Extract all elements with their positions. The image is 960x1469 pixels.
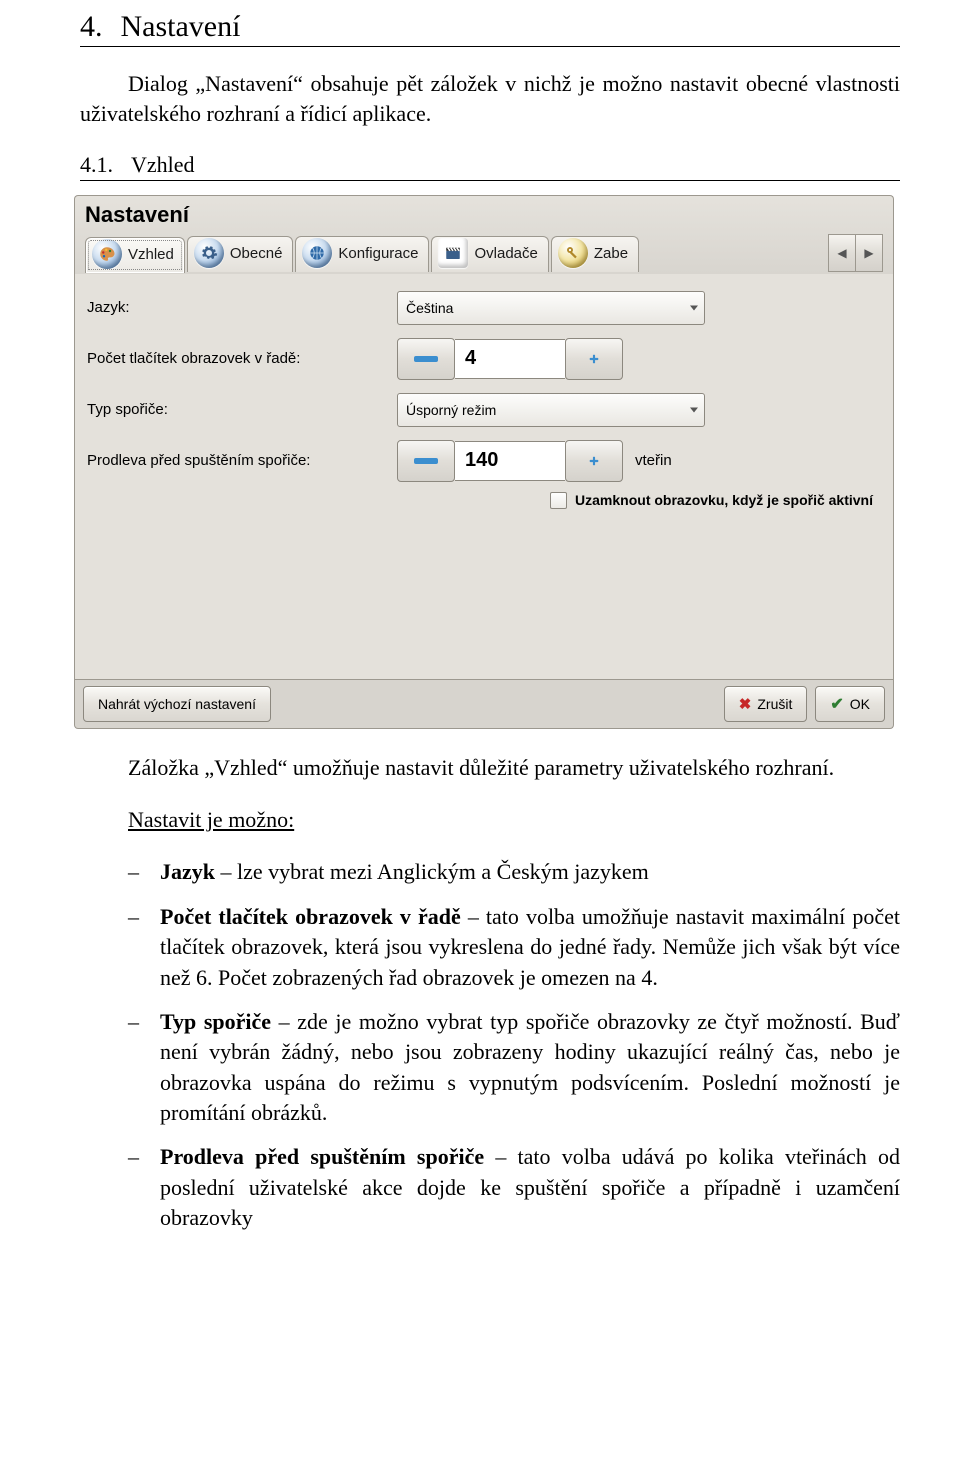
buttons-count-label: Počet tlačítek obrazovek v řadě: [87, 350, 397, 367]
buttons-decrement[interactable] [397, 338, 455, 380]
subsection-number: 4.1. [80, 152, 113, 178]
list-item: Jazyk – lze vybrat mezi Anglickým a Česk… [128, 857, 900, 887]
saver-delay-stepper: 140 [397, 440, 623, 482]
delay-decrement[interactable] [397, 440, 455, 482]
buttons-count-stepper: 4 [397, 338, 623, 380]
saver-type-select[interactable]: Úsporný režim [397, 393, 705, 427]
tab-vzhled[interactable]: Vzhled [85, 237, 185, 273]
tab-label: Zabe [594, 245, 628, 262]
tab-label: Obecné [230, 245, 283, 262]
section-title: Nastavení [121, 10, 241, 44]
tab-bar: Vzhled Obecné Konfigurace [85, 234, 883, 272]
list-item: Typ spořiče – zde je možno vybrat typ sp… [128, 1007, 900, 1128]
delay-unit: vteřin [635, 452, 672, 469]
buttons-increment[interactable] [565, 338, 623, 380]
palette-icon [92, 239, 122, 269]
close-icon: ✖ [739, 695, 752, 713]
key-icon [558, 238, 588, 268]
intro-paragraph: Dialog „Nastavení“ obsahuje pět záložek … [80, 69, 900, 130]
dialog-title: Nastavení [85, 202, 883, 228]
tab-panel-vzhled: Jazyk: Čeština Počet tlačítek obrazovek … [74, 274, 894, 680]
subsection-title: Vzhled [131, 152, 195, 178]
tab-scroll-left[interactable]: ◀ [828, 234, 856, 272]
ok-button[interactable]: ✔OK [815, 686, 885, 722]
dialog-button-bar: Nahrát výchozí nastavení ✖Zrušit ✔OK [74, 680, 894, 729]
tab-label: Ovladače [474, 245, 537, 262]
language-select[interactable]: Čeština [397, 291, 705, 325]
buttons-count-value[interactable]: 4 [455, 339, 565, 379]
clapper-icon [438, 238, 468, 268]
tab-label: Vzhled [128, 246, 174, 263]
load-defaults-button[interactable]: Nahrát výchozí nastavení [83, 686, 271, 722]
language-label: Jazyk: [87, 299, 397, 316]
list-item: Prodleva před spuštěním spořiče – tato v… [128, 1142, 900, 1233]
gear-icon [194, 238, 224, 268]
saver-delay-value[interactable]: 140 [455, 441, 565, 481]
cancel-button[interactable]: ✖Zrušit [724, 686, 808, 722]
check-icon: ✔ [830, 694, 843, 714]
delay-increment[interactable] [565, 440, 623, 482]
globe-icon [302, 238, 332, 268]
tab-ovladace[interactable]: Ovladače [431, 236, 548, 272]
tab-obecne[interactable]: Obecné [187, 236, 294, 272]
tab-konfigurace[interactable]: Konfigurace [295, 236, 429, 272]
section-number: 4. [80, 10, 103, 44]
tab-label: Konfigurace [338, 245, 418, 262]
lock-screen-checkbox[interactable] [550, 492, 567, 509]
tab-scroll-right[interactable]: ▶ [856, 234, 883, 272]
can-set-label: Nastavit je možno: [128, 807, 294, 832]
settings-list: Jazyk – lze vybrat mezi Anglickým a Česk… [80, 857, 900, 1233]
saver-delay-label: Prodleva před spuštěním spořiče: [87, 452, 397, 469]
after-shot-intro: Záložka „Vzhled“ umožňuje nastavit důlež… [80, 753, 900, 783]
list-item: Počet tlačítek obrazovek v řadě – tato v… [128, 902, 900, 993]
saver-type-label: Typ spořiče: [87, 401, 397, 418]
lock-screen-label: Uzamknout obrazovku, když je spořič akti… [575, 492, 873, 508]
tab-zabezpeceni[interactable]: Zabe [551, 236, 639, 272]
settings-screenshot: Nastavení Vzhled Obecné [74, 195, 894, 729]
